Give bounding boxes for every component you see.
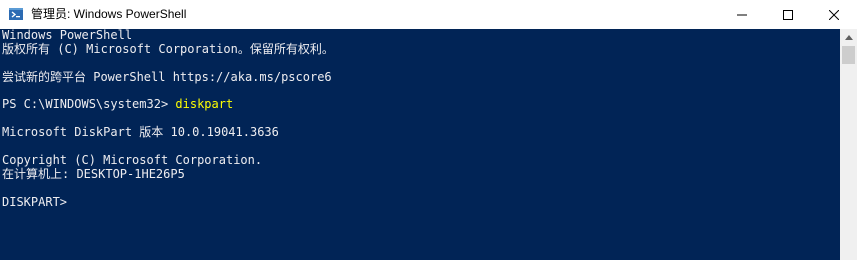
- console-line: Windows PowerShell: [2, 29, 133, 42]
- close-icon: [829, 9, 839, 20]
- window-title: 管理员: Windows PowerShell: [31, 7, 187, 21]
- console-line: 版权所有 (C) Microsoft Corporation。保留所有权利。: [2, 41, 334, 56]
- scroll-thumb[interactable]: [842, 46, 855, 64]
- minimize-button[interactable]: [719, 0, 765, 29]
- prompt-text: PS C:\WINDOWS\system32>: [2, 97, 176, 112]
- console-line: Copyright (C) Microsoft Corporation.: [2, 153, 263, 168]
- minimize-icon: [737, 14, 747, 15]
- console-line: 在计算机上: DESKTOP-1HE26P5: [2, 166, 185, 181]
- maximize-button[interactable]: [765, 0, 811, 29]
- title-bar[interactable]: 管理员: Windows PowerShell: [0, 0, 857, 29]
- command-text: diskpart: [175, 97, 234, 112]
- chevron-up-icon: [844, 35, 853, 40]
- powershell-icon: [9, 8, 23, 20]
- powershell-window: 管理员: Windows PowerShell Windows PowerShe…: [0, 0, 857, 260]
- console-output[interactable]: Windows PowerShell 版权所有 (C) Microsoft Cor…: [0, 29, 840, 260]
- prompt-line: PS C:\WINDOWS\system32> diskpart: [2, 98, 840, 112]
- console-line: 尝试新的跨平台 PowerShell https://aka.ms/pscore…: [2, 69, 332, 84]
- vertical-scrollbar[interactable]: [840, 29, 857, 260]
- maximize-icon: [783, 9, 793, 20]
- close-button[interactable]: [811, 0, 857, 29]
- scroll-up-button[interactable]: [840, 29, 857, 46]
- diskpart-prompt[interactable]: DISKPART>: [2, 195, 840, 210]
- console-line: Microsoft DiskPart 版本 10.0.19041.3636: [2, 125, 279, 140]
